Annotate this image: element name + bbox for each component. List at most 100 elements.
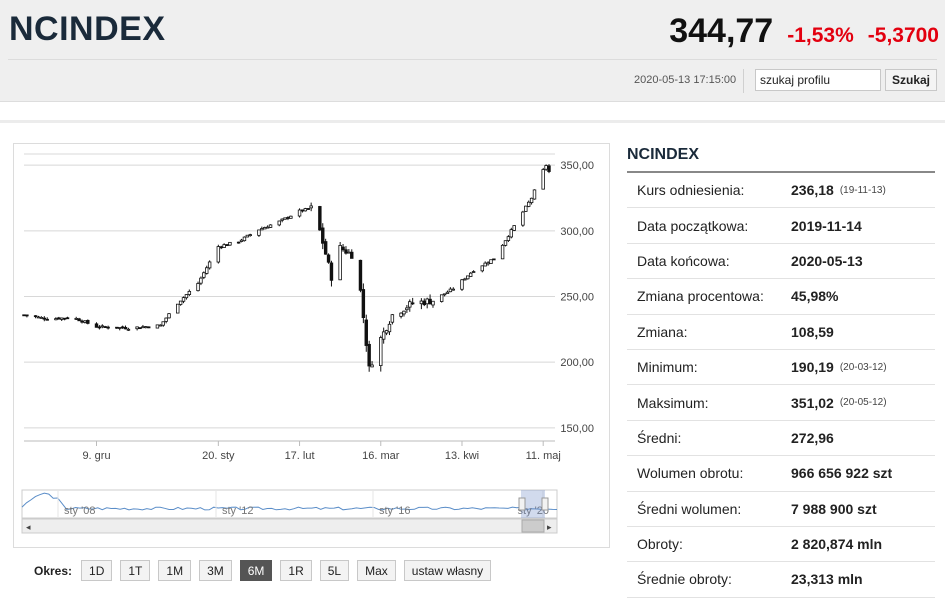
stat-value: 108,59 [791,323,834,340]
candle [228,241,232,246]
navigator-label: sty '16 [379,505,410,517]
y-tick-label: 250,00 [560,292,594,304]
candle [164,317,168,324]
stat-label: Średni wolumen: [637,500,742,517]
candle [471,270,476,273]
candle [303,207,308,212]
candle [347,249,351,254]
stat-label: Kurs odniesienia: [637,182,745,199]
stats-row: Średnie obroty: 23,313 mln [627,562,935,598]
candle [338,242,342,281]
candle-body [370,364,374,368]
candle [390,314,395,325]
candle-body [106,326,110,329]
stat-value: 23,313 mln [791,571,863,588]
candle [65,316,70,320]
candle-body [222,244,226,248]
price-chart[interactable]: 150,00 200,00 250,00 300,00 350,00 9. gru 20.… [14,144,609,547]
candle [445,290,450,294]
stat-value: 45,98% [791,288,839,305]
period-button-custom[interactable]: ustaw własny [403,560,492,581]
candle [466,275,470,280]
candle [300,209,305,213]
candle [321,223,325,250]
stats-row: Średni: 272,96 [627,421,935,457]
y-tick-label: 350,00 [560,160,594,172]
candle [439,294,444,303]
candle [483,261,487,267]
stat-label: Minimum: [637,359,698,376]
candle-body [422,300,426,306]
candle [277,220,281,227]
candle-body [144,326,148,329]
candle [225,243,229,247]
x-tick-label: 17. lut [285,450,315,462]
candle [74,316,78,321]
change-percent: -1,53% [787,24,854,47]
candle [100,324,105,329]
candle-body [341,246,345,251]
stats-panel: NCINDEX Kurs odniesienia: 236,18 (19-11-13… [627,146,935,598]
period-button-1r[interactable]: 1R [280,560,312,581]
candle-body [265,226,270,229]
candle [257,229,261,237]
period-button-3m[interactable]: 3M [199,560,232,581]
candle-body [524,205,528,212]
candle-body [408,301,412,308]
candle-body [410,302,415,305]
candle-body [486,262,490,265]
period-button-1d[interactable]: 1D [81,560,113,581]
candle-body [428,298,432,305]
candle [309,202,313,212]
candle-body [445,291,450,294]
candle [39,316,44,319]
stat-value: 2020-05-13 [791,252,863,269]
candle-body [526,201,531,207]
stat-label: Średnie obroty: [637,571,732,588]
candle [207,260,212,270]
navigator-area [21,489,558,519]
candle [283,217,287,220]
search-input[interactable] [755,69,881,91]
section-divider [0,120,945,123]
candle [280,218,284,223]
candle-body [379,337,383,366]
candle [486,261,490,266]
period-button-6m[interactable]: 6M [239,560,273,581]
candle [448,287,453,293]
candle-body [329,262,334,281]
candle-body [512,225,516,231]
candle [410,297,415,305]
candle [532,189,537,200]
candle [286,216,290,221]
candle [57,316,61,320]
candle [158,324,163,327]
candle-body [80,320,84,323]
candle-body [225,244,229,247]
candle-body [228,241,232,246]
candle [97,325,102,330]
period-button-max[interactable]: Max [357,560,396,581]
search-button[interactable]: Szukaj [885,69,937,91]
stats-row: Zmiana procentowa: 45,98% [627,279,935,315]
candle-body [22,314,26,317]
candle [135,326,139,331]
candle-body [54,318,58,321]
candle-body [309,205,313,209]
candle [22,314,26,317]
candle [506,235,511,243]
y-tick-label: 300,00 [560,226,594,238]
navigator-label: sty '12 [222,505,253,517]
x-tick-label: 11. maj [526,450,561,462]
period-button-5l[interactable]: 5L [319,560,350,581]
stat-label: Średni: [637,429,682,446]
candle-body [350,251,354,259]
candle-body [176,303,180,314]
period-button-1t[interactable]: 1T [120,560,151,581]
candle [379,335,383,372]
candle [181,296,186,304]
period-label: Okres: [34,563,73,578]
candle [405,305,409,313]
candle-body [283,217,287,220]
period-button-1m[interactable]: 1M [158,560,192,581]
